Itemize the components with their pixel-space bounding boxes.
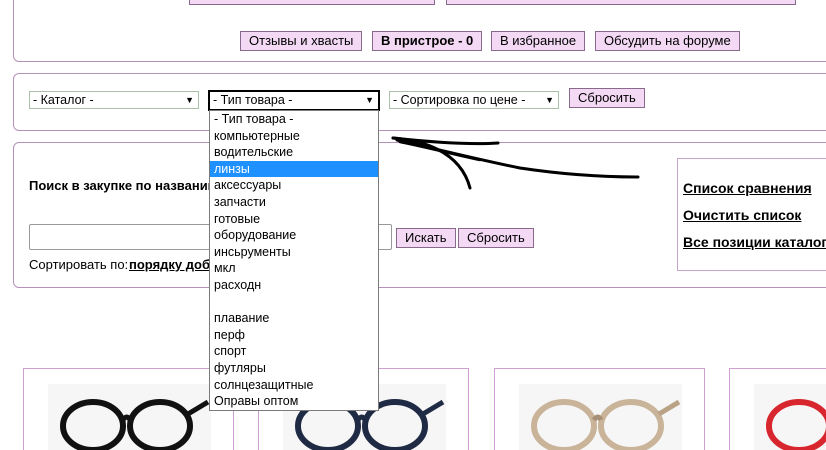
dropdown-option[interactable]: аксессуары	[210, 177, 378, 194]
dropdown-option[interactable]: инсьрументы	[210, 244, 378, 261]
dropdown-option[interactable]: футляры	[210, 360, 378, 377]
catalog-select[interactable]: - Каталог - ▼	[29, 91, 199, 109]
dropdown-option[interactable]: спорт	[210, 343, 378, 360]
glasses-icon	[48, 384, 211, 450]
search-reset-button[interactable]: Сбросить	[458, 228, 534, 248]
dropdown-option[interactable]: перф	[210, 327, 378, 344]
dropdown-option[interactable]: готовые	[210, 211, 378, 228]
type-select[interactable]: - Тип товара - ▼	[208, 90, 380, 111]
product-card[interactable]	[23, 368, 234, 450]
compare-list-link[interactable]: Список сравнения	[683, 180, 812, 196]
cut-off-button-1[interactable]	[189, 0, 435, 5]
tab-in-shelter[interactable]: В пристрое - 0	[372, 31, 483, 51]
catalog-select-value: - Каталог -	[33, 93, 94, 107]
cut-off-button-2[interactable]	[446, 0, 796, 5]
product-card[interactable]	[729, 368, 826, 450]
price-sort-select-value: - Сортировка по цене -	[393, 93, 526, 107]
chevron-down-icon: ▼	[185, 95, 194, 105]
dropdown-option[interactable]: компьютерные	[210, 128, 378, 145]
dropdown-option[interactable]: водительские	[210, 144, 378, 161]
dropdown-option[interactable]: запчасти	[210, 194, 378, 211]
clear-list-link[interactable]: Очистить список	[683, 207, 801, 223]
dropdown-option[interactable]: мкл	[210, 260, 378, 277]
tab-discuss-forum[interactable]: Обсудить на форуме	[595, 31, 740, 51]
dropdown-option[interactable]: Оправы оптом	[210, 393, 378, 410]
glasses-icon	[754, 384, 826, 450]
dropdown-option[interactable]	[210, 294, 378, 311]
filter-reset-button[interactable]: Сбросить	[569, 88, 645, 108]
search-button[interactable]: Искать	[396, 228, 456, 248]
product-image[interactable]	[754, 384, 826, 450]
product-image[interactable]	[519, 384, 682, 450]
tab-reviews[interactable]: Отзывы и хвасты	[240, 31, 363, 51]
price-sort-select[interactable]: - Сортировка по цене - ▼	[389, 91, 559, 109]
search-title: Поиск в закупке по названию	[29, 178, 219, 193]
glasses-icon	[519, 384, 682, 450]
sort-by-label: Сортировать по:	[29, 257, 129, 272]
dropdown-option[interactable]: расходн	[210, 277, 378, 294]
all-catalog-items-link[interactable]: Все позиции каталога	[683, 234, 826, 250]
dropdown-option[interactable]: плавание	[210, 310, 378, 327]
tab-favorites[interactable]: В избранное	[491, 31, 586, 51]
dropdown-option[interactable]: оборудование	[210, 227, 378, 244]
chevron-down-icon: ▼	[545, 95, 554, 105]
product-card[interactable]	[494, 368, 705, 450]
product-image[interactable]	[48, 384, 211, 450]
type-dropdown-list[interactable]: - Тип товара - компьютерные водительские ли…	[209, 110, 379, 411]
dropdown-option[interactable]: - Тип товара -	[210, 111, 378, 128]
type-select-value: - Тип товара -	[213, 93, 293, 107]
chevron-down-icon: ▼	[365, 95, 374, 105]
dropdown-option[interactable]: линзы	[210, 160, 378, 178]
dropdown-option[interactable]: солнцезащитные	[210, 377, 378, 394]
